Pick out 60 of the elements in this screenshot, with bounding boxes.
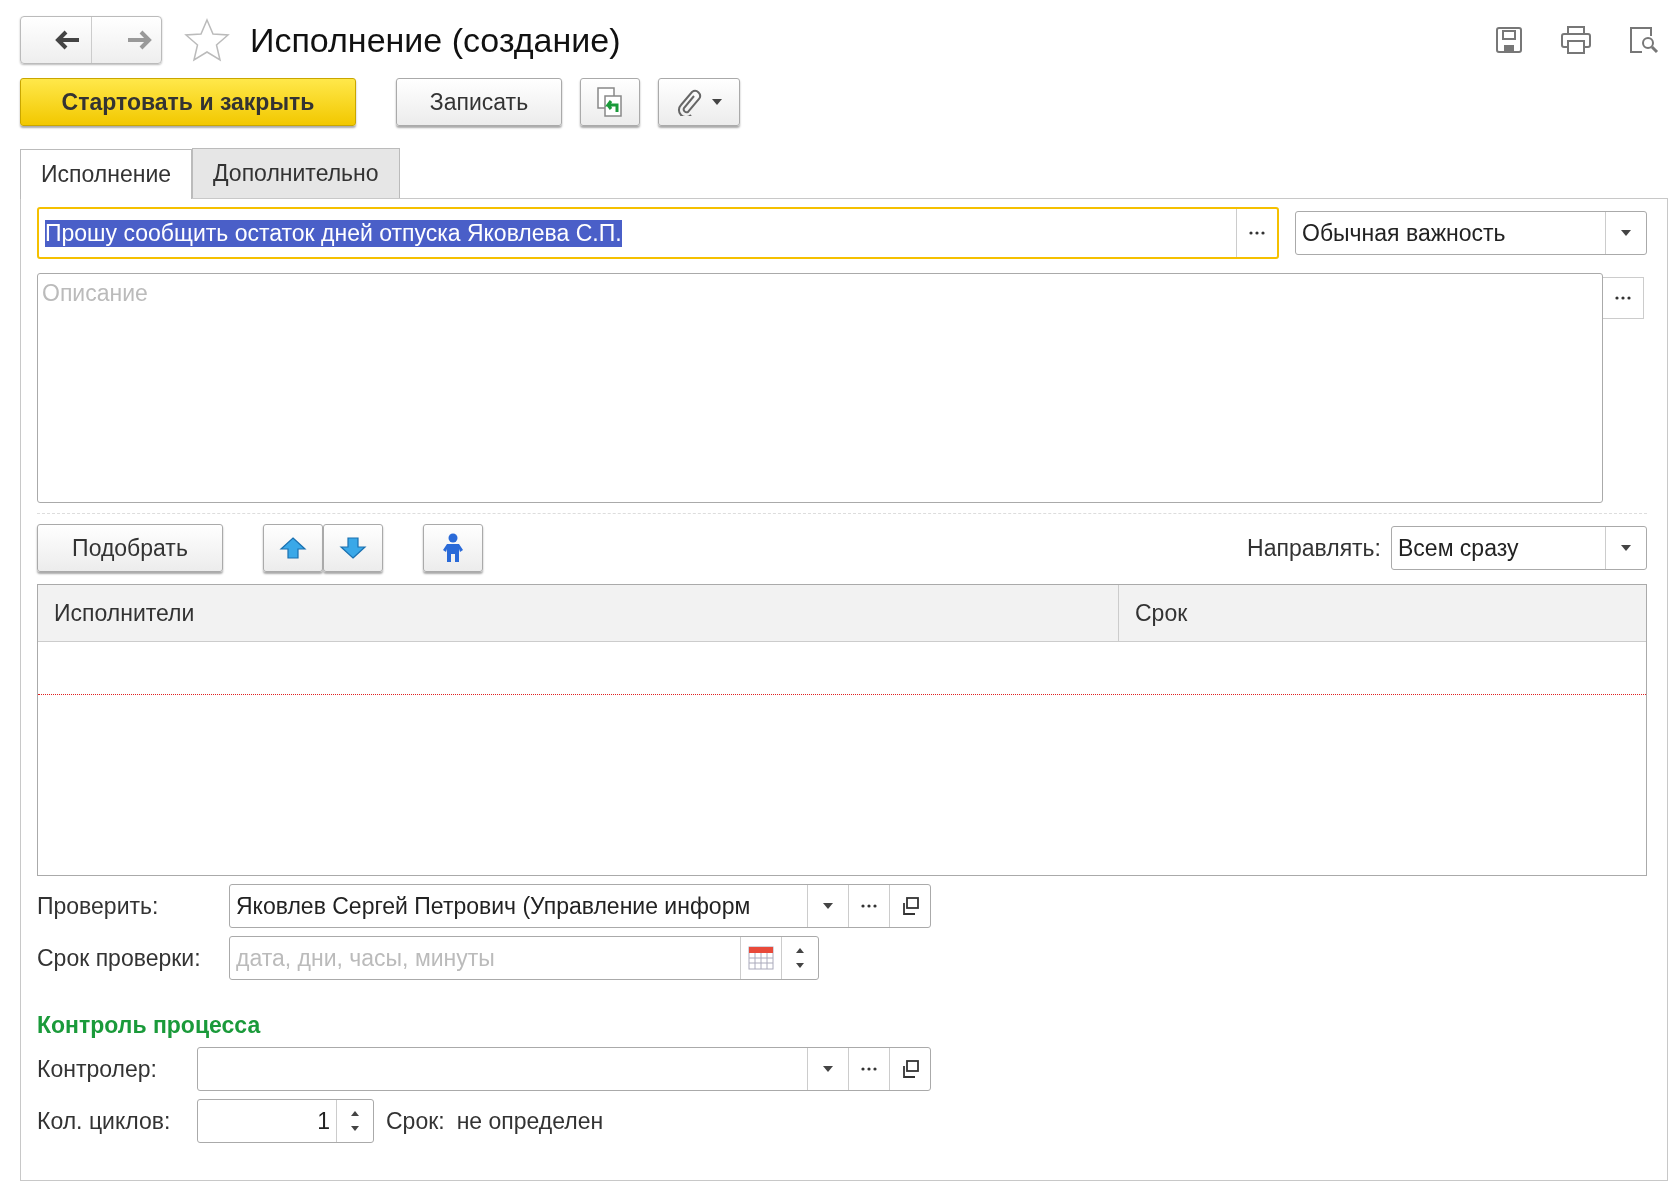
copy-button[interactable]: [580, 78, 640, 126]
check-label: Проверить:: [37, 892, 160, 920]
down-arrow-icon: [339, 536, 367, 560]
up-caret-icon: [796, 948, 804, 953]
deadline-label: Срок:: [386, 1107, 445, 1135]
up-arrow-icon: [279, 536, 307, 560]
down-caret-icon: [796, 963, 804, 968]
subject-field[interactable]: Прошу сообщить остаток дней отпуска Яковлева С.П.: [37, 207, 1279, 259]
right-arrow-icon: [125, 30, 152, 50]
controller-field[interactable]: [197, 1047, 931, 1091]
document-arrow-icon: [595, 86, 625, 118]
column-header[interactable]: Срок: [1119, 585, 1646, 641]
window-title: Исполнение (создание): [250, 20, 621, 60]
ellipsis-icon: [1249, 231, 1265, 235]
print-icon[interactable]: [1560, 25, 1592, 55]
start-and-close-button[interactable]: Стартовать и закрыть: [20, 78, 356, 126]
process-control-heading: Контроль процесса: [37, 1012, 262, 1039]
check-deadline-label: Срок проверки:: [37, 944, 202, 972]
description-field[interactable]: Описание: [37, 273, 1603, 503]
person-button[interactable]: [423, 524, 483, 572]
caret-icon: [1621, 545, 1631, 551]
importance-value: Обычная важность: [1301, 218, 1507, 248]
calendar-icon: [748, 946, 774, 970]
cycles-label: Кол. циклов:: [37, 1107, 172, 1135]
left-arrow-icon: [55, 30, 81, 50]
ellipsis-icon: [861, 1067, 877, 1071]
tab[interactable]: Дополнительно: [192, 148, 400, 198]
send-mode-label: Направлять:: [1247, 534, 1381, 562]
tab[interactable]: Исполнение: [20, 149, 193, 199]
column-header[interactable]: Исполнители: [38, 585, 1119, 641]
cycles-field[interactable]: 1: [197, 1099, 374, 1143]
check-value: Яковлев Сергей Петрович (Управление информ: [235, 891, 752, 921]
check-field[interactable]: Яковлев Сергей Петрович (Управление информ: [229, 884, 931, 928]
down-caret-icon: [351, 1126, 359, 1131]
send-mode-value: Всем сразу: [1397, 533, 1520, 563]
move-down-button[interactable]: [323, 524, 383, 572]
caret-icon: [712, 99, 722, 105]
open-window-icon: [900, 896, 920, 916]
controller-label: Контролер:: [37, 1055, 158, 1083]
importance-select[interactable]: Обычная важность: [1295, 211, 1647, 255]
move-up-button[interactable]: [263, 524, 323, 572]
pick-button[interactable]: Подобрать: [37, 524, 223, 572]
star-icon[interactable]: [184, 18, 230, 62]
send-mode-select[interactable]: Всем сразу: [1391, 526, 1647, 570]
up-caret-icon: [351, 1111, 359, 1116]
save-icon[interactable]: [1494, 25, 1524, 55]
save-button[interactable]: Записать: [396, 78, 562, 126]
cycles-value: 1: [316, 1106, 331, 1136]
check-deadline-placeholder: дата, дни, часы, минуты: [235, 943, 496, 973]
open-window-icon: [900, 1059, 920, 1079]
deadline-value: не определен: [456, 1107, 604, 1135]
preview-icon[interactable]: [1628, 25, 1660, 55]
ellipsis-icon: [861, 904, 877, 908]
attach-button[interactable]: [658, 78, 740, 126]
paperclip-icon: [676, 88, 702, 116]
caret-icon: [1621, 230, 1631, 236]
caret-icon: [823, 1066, 833, 1072]
caret-icon: [823, 903, 833, 909]
subject-text: Прошу сообщить остаток дней отпуска Яковлева С.П.: [45, 219, 622, 247]
ellipsis-icon: [1615, 296, 1631, 300]
